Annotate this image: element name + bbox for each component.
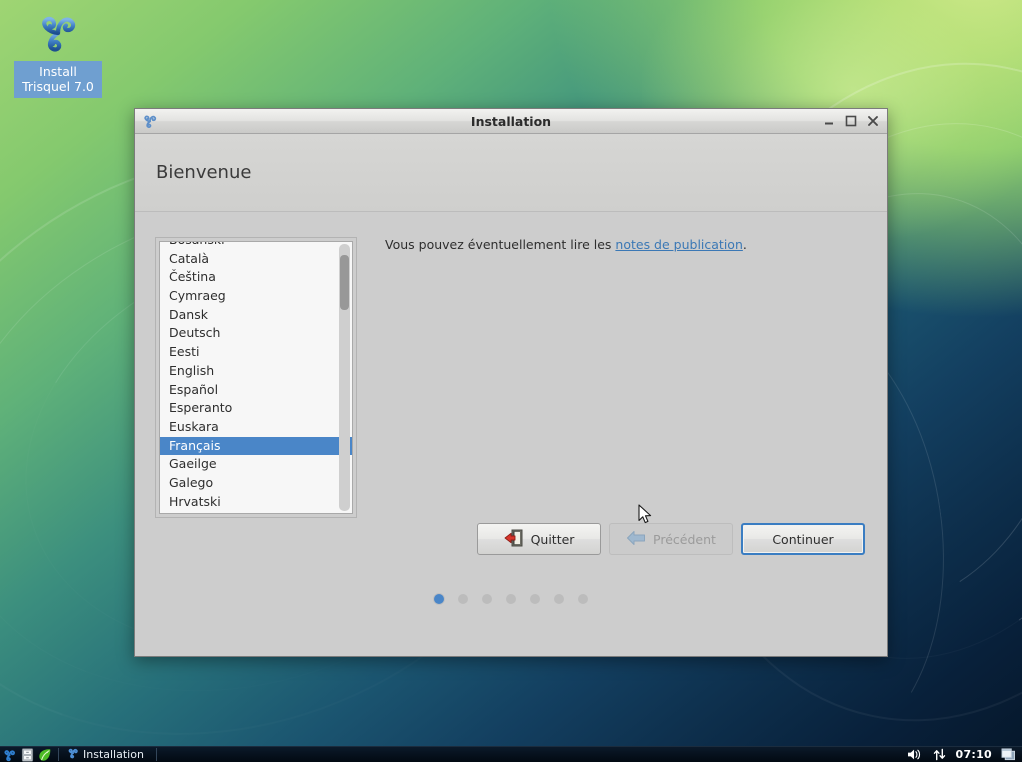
desktop-icon-label: Install Trisquel 7.0 [14, 61, 102, 98]
progress-dot[interactable] [458, 594, 468, 604]
desktop-screen: Install Trisquel 7.0 Installation Bienve… [0, 0, 1022, 762]
close-icon[interactable] [866, 114, 880, 128]
language-list-item[interactable]: Euskara [160, 418, 352, 437]
file-manager-icon[interactable] [18, 747, 36, 762]
release-notes-link[interactable]: notes de publication [615, 237, 742, 252]
desktop-icon-install-trisquel[interactable]: Install Trisquel 7.0 [14, 6, 102, 98]
window-title: Installation [470, 113, 552, 129]
exit-door-icon [504, 529, 524, 550]
installer-window: Installation Bienvenue Català Čeština Cy… [134, 108, 888, 657]
language-list-item[interactable]: Esperanto [160, 399, 352, 418]
language-list-item[interactable]: Hrvatski [160, 493, 352, 512]
language-list-viewport[interactable]: BosanskiCatalàČeštinaCymraegDanskDeutsch… [159, 241, 353, 514]
taskbar-launchers: Installation [0, 747, 161, 762]
progress-indicator [135, 594, 887, 604]
taskbar-window-label: Installation [83, 748, 144, 761]
back-button-label: Précédent [653, 531, 716, 547]
language-selector[interactable]: BosanskiCatalàČeštinaCymraegDanskDeutsch… [155, 237, 357, 518]
language-list-item[interactable]: Català [160, 250, 352, 269]
language-list-item[interactable]: Français [160, 436, 352, 456]
language-list-item[interactable]: Eesti [160, 343, 352, 362]
language-list-item[interactable]: Cymraeg [160, 287, 352, 306]
network-updown-icon[interactable] [930, 747, 948, 762]
page-header: Bienvenue [135, 134, 887, 212]
language-list-item[interactable]: Galego [160, 474, 352, 493]
window-body: Bienvenue BosanskiCatalàČeštinaCymraegDa… [135, 134, 887, 656]
taskbar-clock[interactable]: 07:10 [955, 748, 992, 761]
trisquel-triskelion-icon [14, 6, 102, 58]
page-content: BosanskiCatalàČeštinaCymraegDanskDeutsch… [135, 212, 887, 656]
window-list-icon[interactable] [999, 747, 1017, 762]
taskbar-separator [155, 748, 157, 761]
scrollbar-thumb[interactable] [340, 255, 349, 310]
progress-dot[interactable] [434, 594, 444, 604]
release-notes-text: Vous pouvez éventuellement lire les note… [385, 237, 747, 252]
progress-dot[interactable] [482, 594, 492, 604]
taskbar: Installation 07:10 [0, 746, 1022, 762]
page-title: Bienvenue [156, 162, 252, 183]
progress-dot[interactable] [530, 594, 540, 604]
language-list-scrollbar[interactable] [339, 244, 350, 511]
language-list-item[interactable]: English [160, 362, 352, 381]
release-notes-prefix: Vous pouvez éventuellement lire les [385, 237, 616, 252]
arrow-left-icon [626, 530, 646, 549]
progress-dot[interactable] [554, 594, 564, 604]
quit-button-label: Quitter [530, 531, 575, 547]
progress-dot[interactable] [578, 594, 588, 604]
abrowser-leaf-icon[interactable] [36, 747, 54, 762]
continue-button-label: Continuer [772, 531, 834, 547]
window-trisquel-icon [141, 112, 159, 130]
language-list-item[interactable]: Deutsch [160, 324, 352, 343]
language-list-item[interactable]: Bosanski [160, 242, 352, 250]
back-button[interactable]: Précédent [609, 523, 733, 555]
quit-button[interactable]: Quitter [477, 523, 601, 555]
taskbar-separator [58, 748, 59, 761]
minimize-icon[interactable] [822, 114, 836, 128]
window-controls [822, 114, 880, 128]
continue-button[interactable]: Continuer [741, 523, 865, 555]
language-list-item[interactable]: Español [160, 381, 352, 400]
progress-dot[interactable] [506, 594, 516, 604]
navigation-buttons: Quitter Précédent Continuer [135, 519, 887, 559]
speaker-icon[interactable] [905, 747, 923, 762]
language-list-item[interactable]: Gaeilge [160, 455, 352, 474]
trisquel-icon [67, 747, 79, 762]
language-list[interactable]: BosanskiCatalàČeštinaCymraegDanskDeutsch… [160, 242, 352, 512]
language-list-item[interactable]: Dansk [160, 306, 352, 325]
maximize-icon[interactable] [844, 114, 858, 128]
taskbar-window-button-installation[interactable]: Installation [63, 748, 152, 762]
release-notes-suffix: . [742, 237, 747, 252]
trisquel-menu-icon[interactable] [0, 747, 18, 762]
system-tray: 07:10 [905, 747, 1022, 762]
language-list-item[interactable]: Čeština [160, 268, 352, 287]
window-titlebar[interactable]: Installation [135, 109, 887, 134]
